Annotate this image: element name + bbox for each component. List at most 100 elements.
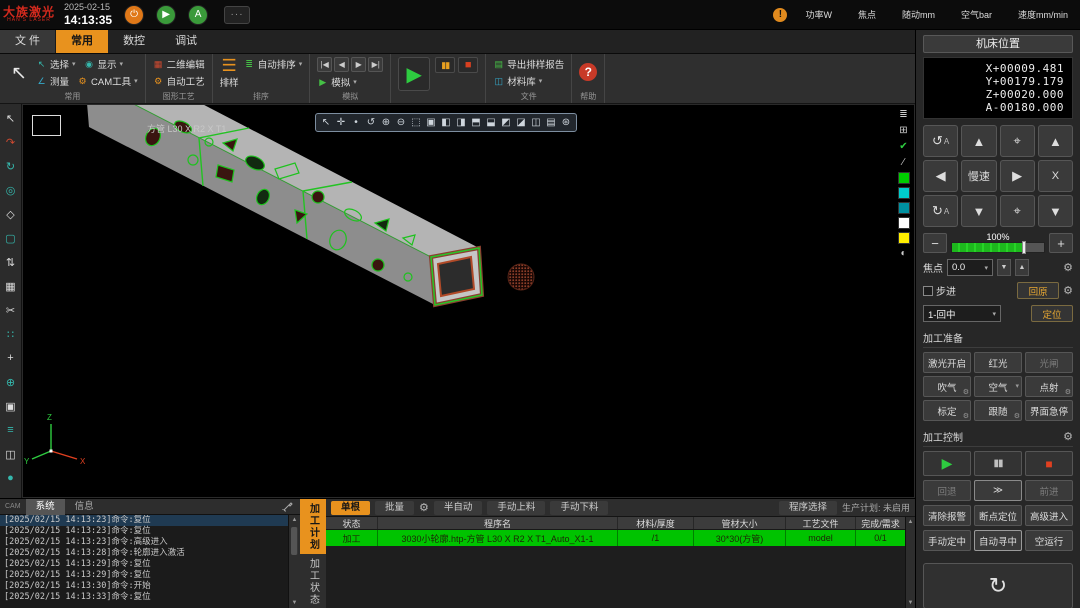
jog-left-button[interactable]: ◀ [923, 160, 958, 192]
view-left-icon[interactable]: ◩ [499, 115, 513, 130]
vp-print-icon[interactable]: ▤ [544, 115, 558, 130]
blow-settings-icon[interactable]: ⚙ [963, 388, 969, 396]
emergency-stop-button[interactable]: 界面急停 [1025, 400, 1073, 421]
single-step-button[interactable]: ≫ [974, 480, 1022, 501]
auto-sort-button[interactable]: ≣自动排序▾ [244, 57, 303, 71]
vp-select-icon[interactable]: ↖ [319, 115, 333, 130]
vp-rotate-icon[interactable]: ↺ [364, 115, 378, 130]
machine-pause-button[interactable]: ▮▮ [974, 451, 1022, 476]
advance-button[interactable]: 前进 [1025, 480, 1073, 501]
jog-down-button[interactable]: ▼ [961, 195, 996, 227]
retreat-button[interactable]: 回退 [923, 480, 971, 501]
redo-icon[interactable]: ↷ [1, 130, 21, 154]
vp-zoom-in-icon[interactable]: ⊕ [379, 115, 393, 130]
edit-2d-button[interactable]: ▦二维编辑 [153, 57, 205, 71]
swatch-teal[interactable] [898, 202, 910, 214]
clear-log-icon[interactable] [282, 501, 294, 513]
pattern-tool-icon[interactable]: ∷ [1, 322, 21, 346]
align-tool-icon[interactable]: ≡ [1, 418, 21, 442]
manual-center-button[interactable]: 手动定中 [923, 530, 971, 551]
view-top-icon[interactable]: ⬒ [469, 115, 483, 130]
table-row[interactable]: 加工 3030小轮廓.htp-方管 L30 X R2 X T1_Auto_X1-… [326, 530, 905, 546]
dry-run-button[interactable]: 空运行 [1025, 530, 1073, 551]
run-stop-button[interactable]: ■ [458, 57, 478, 73]
snap-grid-icon[interactable]: ⊞ [897, 124, 910, 137]
sim-step-last-button[interactable]: ▶| [368, 57, 383, 72]
control-settings-icon[interactable]: ⚙ [1063, 430, 1073, 443]
jog-right-button[interactable]: ▶ [1000, 160, 1035, 192]
message-button[interactable]: ··· [224, 6, 250, 24]
cross-tool-icon[interactable]: + [1, 346, 21, 370]
tab-debug[interactable]: 调试 [160, 30, 212, 53]
follow-settings-icon[interactable]: ⚙ [1014, 412, 1020, 420]
semi-auto-button[interactable]: 半自动 [434, 501, 483, 515]
log-list[interactable]: [2025/02/15 14:13:23]命令:复位 [2025/02/15 1… [0, 515, 288, 608]
sim-step-first-button[interactable]: |◀ [317, 57, 332, 72]
refresh-button[interactable]: ↻ [923, 563, 1073, 608]
locate-button[interactable]: 定位 [1031, 305, 1073, 322]
tab-plan[interactable]: 加工计划 [300, 499, 326, 554]
help-button[interactable]: ? [579, 63, 597, 81]
part-thumbnail[interactable] [32, 115, 61, 136]
vp-zoom-window-icon[interactable]: ⬚ [409, 115, 423, 130]
tab-file[interactable]: 文 件 [0, 30, 56, 53]
rect-tool-icon[interactable]: ▢ [1, 226, 21, 250]
x-axis-button[interactable]: X [1038, 160, 1073, 192]
home-settings-icon[interactable]: ⚙ [1063, 284, 1073, 297]
log-tab-system[interactable]: 系统 [26, 499, 65, 515]
focus-settings-icon[interactable]: ⚙ [1063, 261, 1073, 274]
warning-icon[interactable]: ! [773, 8, 787, 22]
blow-button[interactable]: 吹气⚙ [923, 376, 971, 397]
view-front-icon[interactable]: ◧ [439, 115, 453, 130]
flip-vertical-icon[interactable]: ⇅ [1, 250, 21, 274]
split-view-icon[interactable]: ◐ [897, 247, 910, 260]
machine-start-button[interactable]: ▶ [923, 451, 971, 476]
diamond-tool-icon[interactable]: ◇ [1, 202, 21, 226]
viewport-3d[interactable]: Z X Y 方管 L30 X R2 X T1 ↖ ✛ • ↺ ⊕ ⊖ ⬚ ▣ ◧… [22, 104, 915, 498]
batch-mode-button[interactable]: 批量 [375, 501, 414, 515]
follow-button[interactable]: 跟随⚙ [974, 400, 1022, 421]
power-button[interactable]: ⏻ [124, 5, 144, 25]
manual-load-button[interactable]: 手动上料 [487, 501, 545, 515]
tab-status[interactable]: 加工状态 [300, 554, 326, 608]
circle-tool-icon[interactable]: ◎ [1, 178, 21, 202]
plan-settings-icon[interactable]: ⚙ [419, 501, 429, 514]
shutter-button[interactable]: 光闸 [1025, 352, 1073, 373]
log-line[interactable]: [2025/02/15 14:13:33]命令:复位 [0, 592, 288, 603]
slow-speed-button[interactable]: 慢速 [961, 160, 996, 192]
scroll-thumb[interactable] [291, 527, 298, 555]
speed-minus-button[interactable]: − [923, 233, 947, 253]
red-light-button[interactable]: 红光 [974, 352, 1022, 373]
program-select-button[interactable]: 程序选择 [779, 501, 837, 515]
center-mode-select[interactable]: 1-回中▾ [923, 305, 1001, 322]
vp-zoom-out-icon[interactable]: ⊖ [394, 115, 408, 130]
step-checkbox[interactable]: 步进 [923, 283, 956, 298]
log-scrollbar[interactable]: ▲ ▼ [288, 515, 300, 608]
log-line[interactable]: [2025/02/15 14:13:30]命令:开始 [0, 581, 288, 592]
jog-up-button[interactable]: ▲ [961, 125, 996, 157]
focus-up-button[interactable]: ▲ [1015, 259, 1029, 276]
z-up-button[interactable]: ▲ [1038, 125, 1073, 157]
log-line[interactable]: [2025/02/15 14:13:28]命令:轮廓进入激活 [0, 548, 288, 559]
single-mode-button[interactable]: 单根 [331, 501, 370, 515]
scroll-down-icon[interactable]: ▼ [289, 598, 300, 608]
tab-common[interactable]: 常用 [56, 30, 108, 53]
log-line[interactable]: [2025/02/15 14:13:29]命令:复位 [0, 559, 288, 570]
view-right-icon[interactable]: ◪ [514, 115, 528, 130]
speed-slider[interactable]: 100% [951, 232, 1045, 253]
auto-craft-button[interactable]: ⚙自动工艺 [153, 74, 205, 88]
mirror-tool-icon[interactable]: ◫ [1, 442, 21, 466]
view-bottom-icon[interactable]: ⬓ [484, 115, 498, 130]
run-start-button[interactable]: ▶ [398, 57, 430, 91]
air-select-button[interactable]: 空气▾ [974, 376, 1022, 397]
grid-tool-icon[interactable]: ▦ [1, 274, 21, 298]
manual-unload-button[interactable]: 手动下料 [550, 501, 608, 515]
a-axis-ccw-button[interactable]: ↺A [923, 125, 958, 157]
trim-tool-icon[interactable]: ✂ [1, 298, 21, 322]
rotate-tool-icon[interactable]: ↻ [1, 154, 21, 178]
check-icon[interactable]: ✔ [897, 140, 910, 153]
nozzle-down-button[interactable]: ⌖ [1000, 195, 1035, 227]
material-lib-button[interactable]: ◫材料库▾ [493, 74, 564, 88]
laser-on-button[interactable]: 激光开启 [923, 352, 971, 373]
swatch-yellow[interactable] [898, 232, 910, 244]
